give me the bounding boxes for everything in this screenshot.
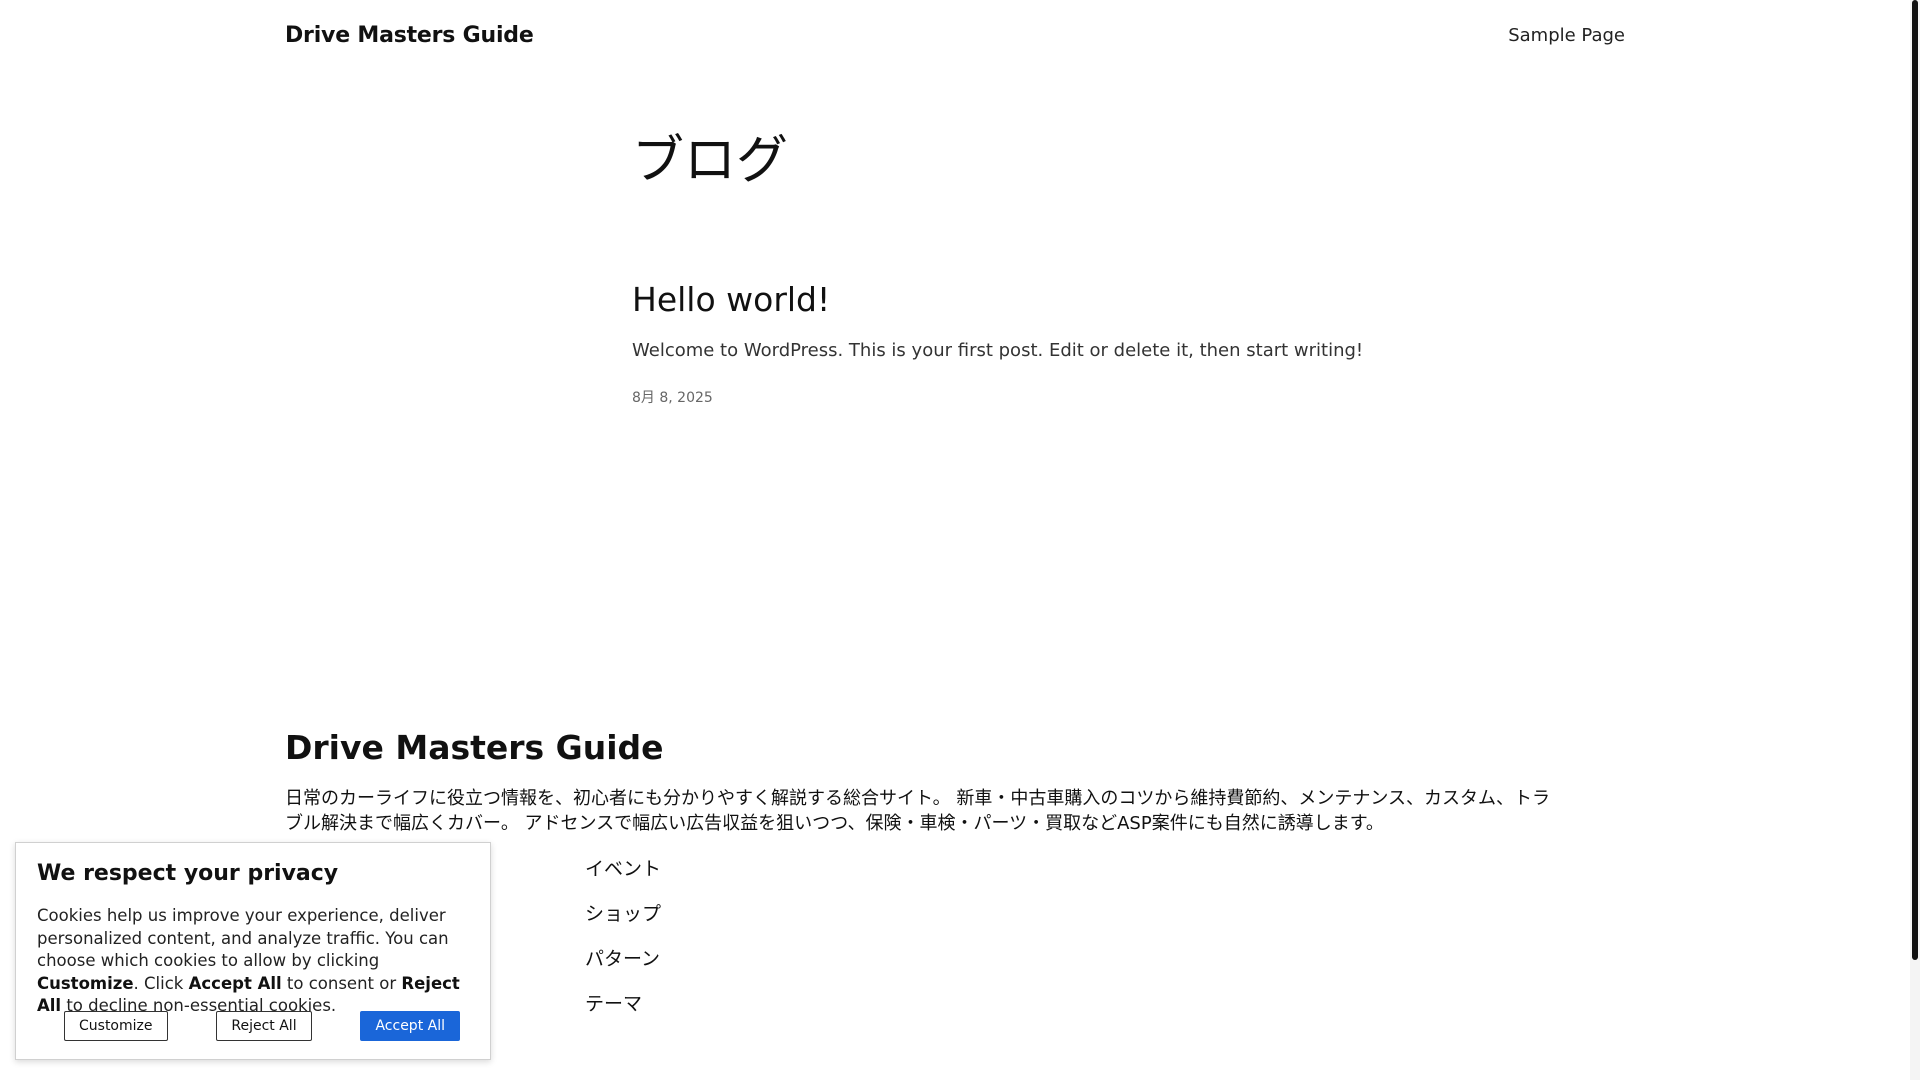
scrollbar-thumb[interactable] bbox=[1912, 0, 1918, 960]
scrollbar-track[interactable] bbox=[1910, 0, 1920, 1080]
cookie-banner-text: Cookies help us improve your experience,… bbox=[37, 905, 477, 1018]
cookie-text-part-2: . Click bbox=[133, 973, 189, 993]
reject-all-button[interactable]: Reject All bbox=[216, 1011, 312, 1041]
site-title-link[interactable]: Drive Masters Guide bbox=[285, 23, 534, 48]
customize-button[interactable]: Customize bbox=[64, 1011, 168, 1041]
site-header: Drive Masters Guide Sample Page bbox=[285, 20, 1625, 50]
footer-description: 日常のカーライフに役立つ情報を、初心者にも分かりやすく解説する総合サイト。 新車… bbox=[285, 787, 1550, 834]
page-title: ブログ bbox=[632, 131, 789, 191]
cookie-banner-title: We respect your privacy bbox=[37, 861, 339, 886]
cookie-text-part-3: to consent or bbox=[281, 973, 402, 993]
footer-site-title: Drive Masters Guide bbox=[285, 728, 664, 767]
footer-link-themes[interactable]: テーマ bbox=[585, 991, 661, 1017]
cookie-banner-actions: Customize Reject All Accept All bbox=[64, 1011, 460, 1041]
post-date: 8月 8, 2025 bbox=[632, 389, 713, 406]
post-card: Hello world! Welcome to WordPress. This … bbox=[632, 280, 1432, 407]
post-title-link[interactable]: Hello world! bbox=[632, 280, 830, 320]
cookie-text-customize: Customize bbox=[37, 973, 134, 993]
accept-all-button[interactable]: Accept All bbox=[360, 1011, 460, 1041]
primary-nav: Sample Page bbox=[1508, 25, 1625, 46]
footer-link-shop[interactable]: ショップ bbox=[585, 901, 661, 927]
page: Drive Masters Guide Sample Page ブログ Hell… bbox=[0, 0, 1920, 1080]
cookie-text-accept: Accept All bbox=[188, 973, 282, 993]
footer-link-patterns[interactable]: パターン bbox=[585, 946, 661, 972]
nav-link-sample-page[interactable]: Sample Page bbox=[1508, 25, 1625, 46]
cookie-consent-banner: We respect your privacy Cookies help us … bbox=[15, 842, 491, 1060]
post-excerpt: Welcome to WordPress. This is your first… bbox=[632, 339, 1364, 361]
footer-link-events[interactable]: イベント bbox=[585, 856, 661, 882]
footer-nav: イベント ショップ パターン テーマ bbox=[585, 856, 661, 1017]
site-footer: Drive Masters Guide 日常のカーライフに役立つ情報を、初心者に… bbox=[285, 728, 1565, 836]
cookie-text-part-1: Cookies help us improve your experience,… bbox=[37, 906, 449, 970]
